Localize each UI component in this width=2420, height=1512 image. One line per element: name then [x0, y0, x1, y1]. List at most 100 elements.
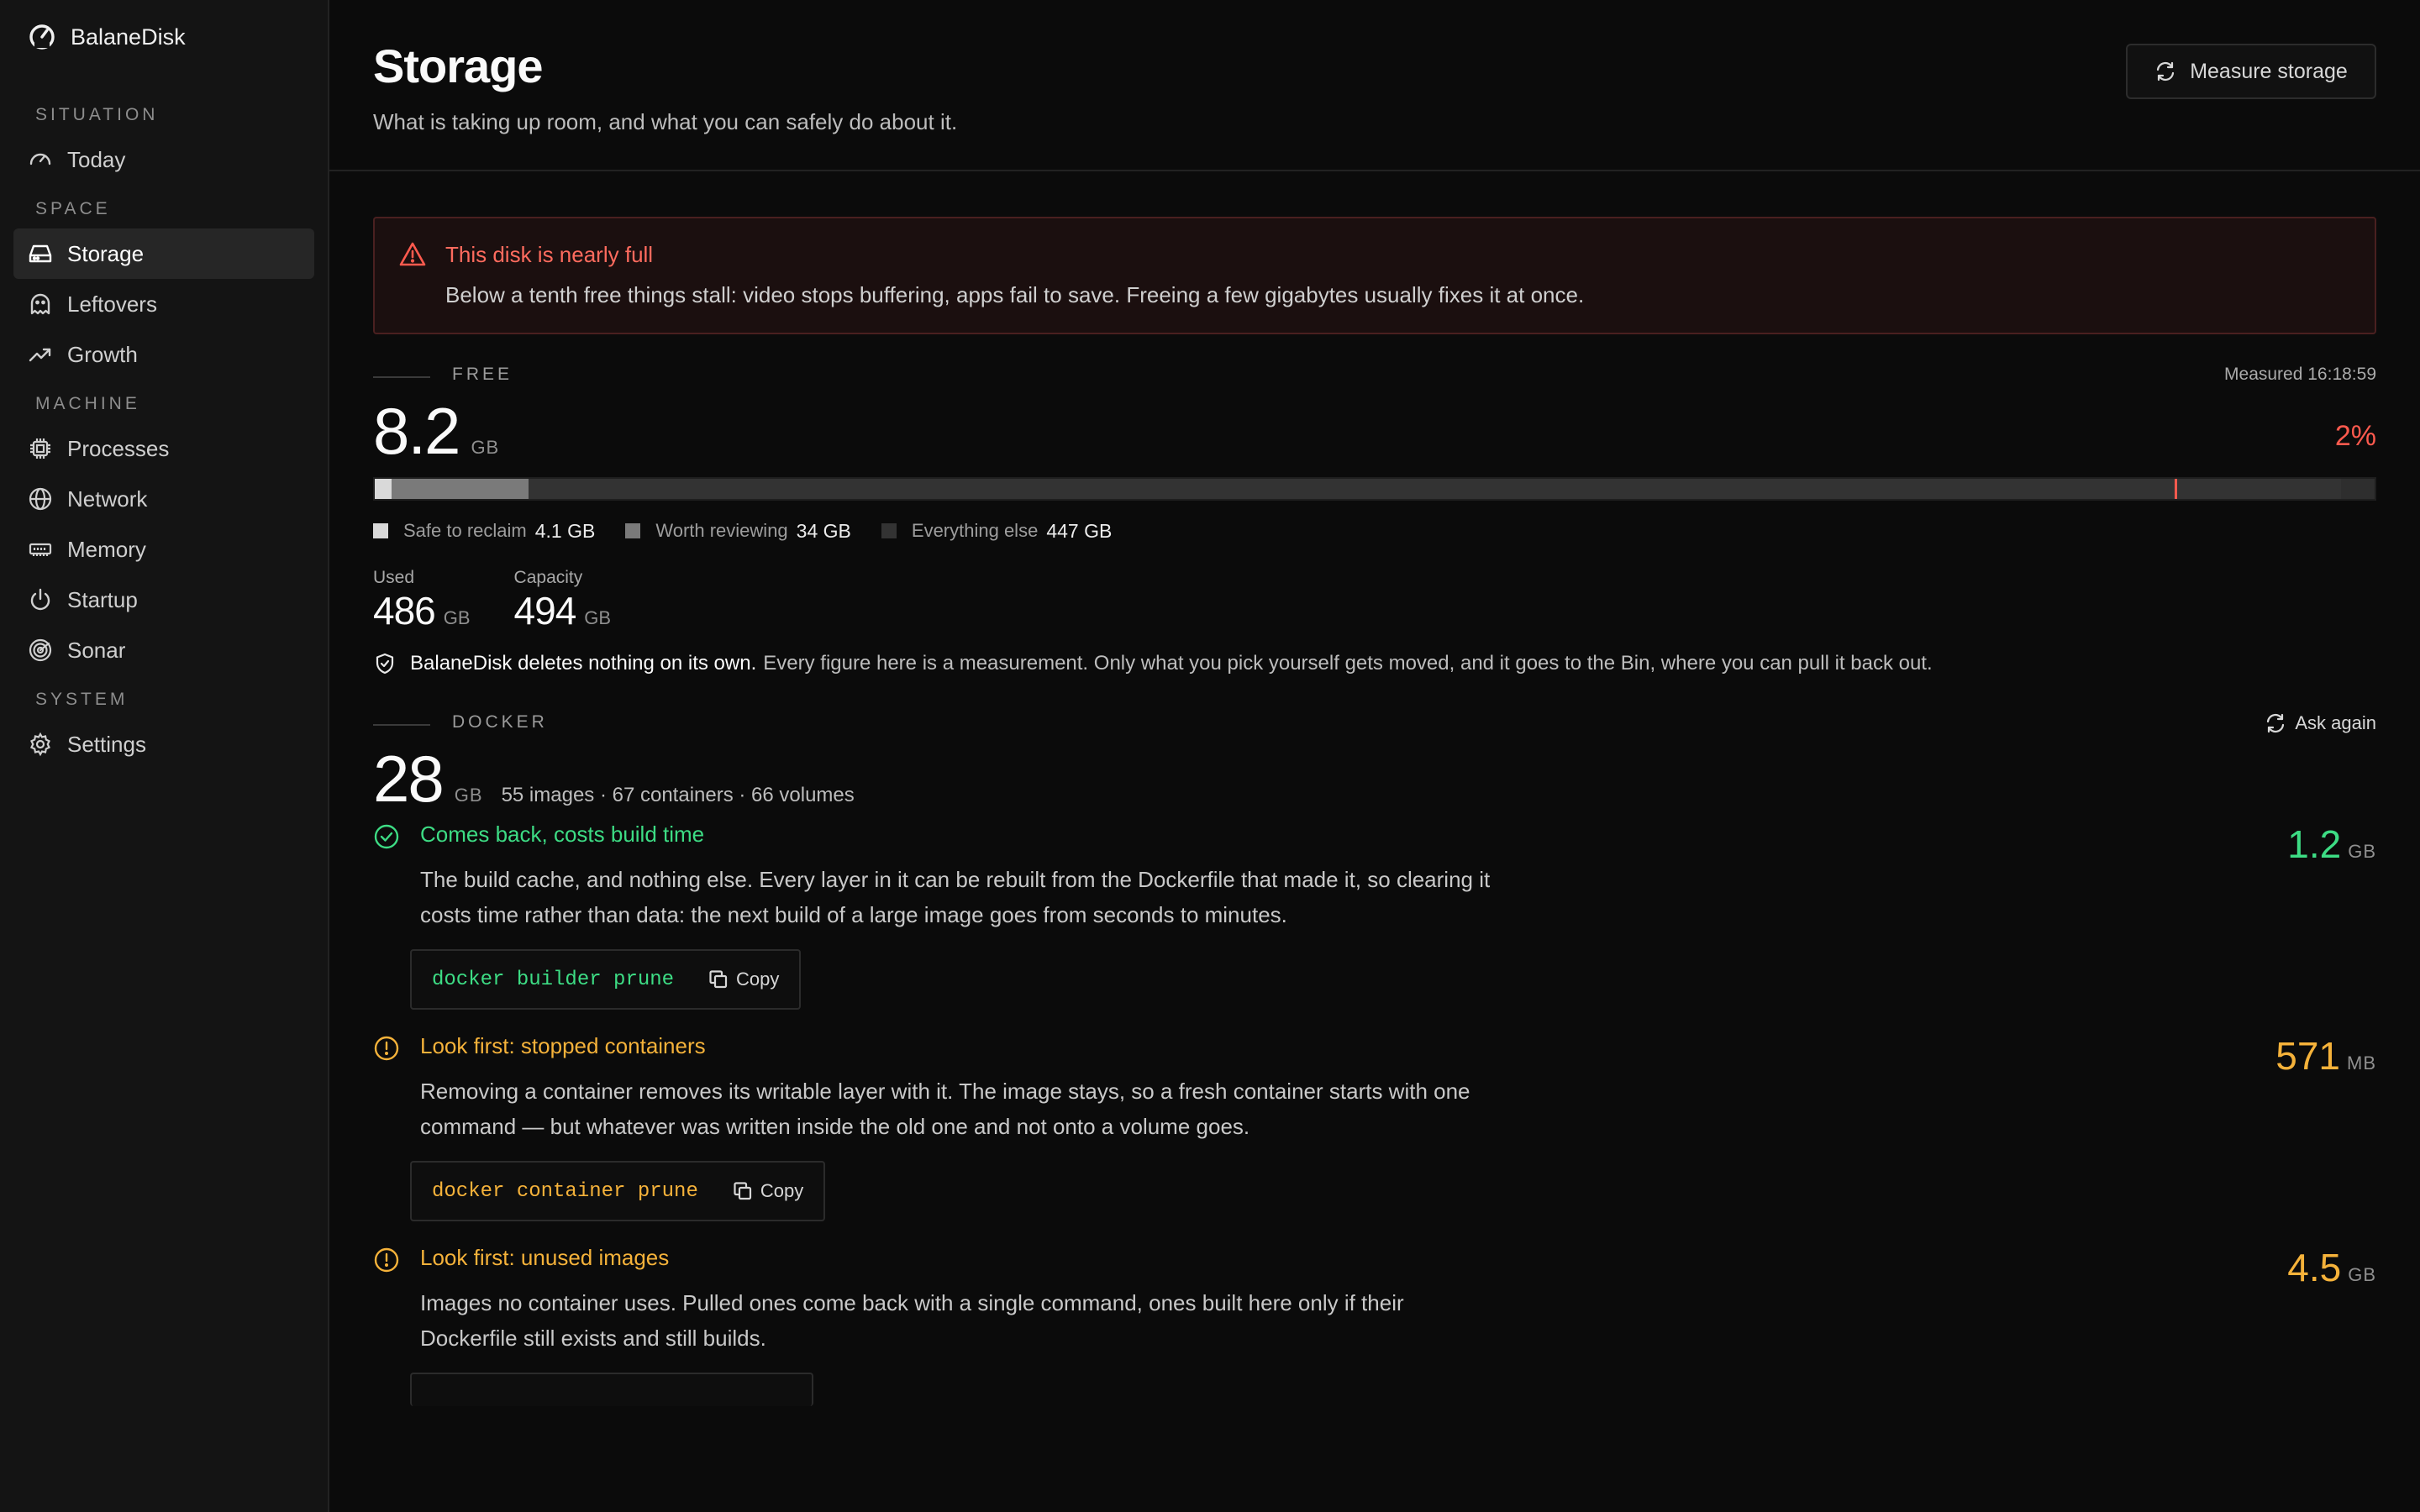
sidebar-item-growth[interactable]: Growth — [13, 329, 314, 380]
storage-content: This disk is nearly full Below a tenth f… — [373, 217, 2376, 1413]
sidebar-item-settings[interactable]: Settings — [13, 719, 314, 769]
bar-threshold-marker — [2175, 479, 2177, 499]
command-text[interactable]: docker container prune — [432, 1180, 698, 1203]
refresh-icon — [2157, 61, 2175, 81]
nav-section-space: SPACE — [35, 199, 111, 218]
free-section-header: FREE Measured 16:18:59 — [373, 360, 2376, 393]
sidebar-item-label: Memory — [67, 536, 146, 562]
sidebar-item-label: Leftovers — [67, 291, 157, 317]
sidebar-item-label: Storage — [67, 240, 145, 266]
nav-section-system: SYSTEM — [35, 690, 129, 709]
legend-item-safe: Safe to reclaim 4.1 GB — [373, 520, 595, 543]
safety-notice: BalaneDisk deletes nothing on its own. E… — [373, 652, 2376, 675]
legend-swatch — [625, 523, 641, 538]
rec-body: Removing a container removes its writabl… — [420, 1079, 1470, 1139]
command-box-partial — [410, 1373, 813, 1406]
sidebar-item-storage[interactable]: Storage — [13, 228, 314, 279]
legend-item-everything-else: Everything else 447 GB — [881, 520, 1112, 543]
sidebar-item-network[interactable]: Network — [13, 474, 314, 524]
ghost-icon — [27, 291, 54, 318]
rec-size-unit: MB — [2347, 1053, 2376, 1074]
sidebar-item-memory[interactable]: Memory — [13, 524, 314, 575]
docker-rec-build-cache: Comes back, costs build time The build c… — [373, 822, 2376, 1033]
legend-label: Everything else — [911, 520, 1039, 541]
rec-body: The build cache, and nothing else. Every… — [420, 867, 1491, 927]
copy-label: Copy — [736, 969, 780, 990]
capacity-value: 494 — [513, 589, 577, 633]
disk-full-alert: This disk is nearly full Below a tenth f… — [373, 217, 2376, 334]
sidebar-item-label: Settings — [67, 731, 146, 757]
disk-stats: Used 486 GB Capacity 494 GB — [373, 568, 2376, 633]
legend-swatch — [881, 523, 897, 538]
copy-icon — [734, 1182, 751, 1200]
command-text[interactable]: docker builder prune — [432, 969, 674, 991]
main-content: Storage What is taking up room, and what… — [329, 0, 2420, 1512]
sidebar-item-label: Processes — [67, 435, 170, 461]
command-box: docker container prune Copy — [410, 1161, 826, 1221]
docker-rec-unused-images: Look first: unused images Images no cont… — [373, 1245, 2376, 1413]
radar-icon — [27, 637, 54, 664]
used-value: 486 — [373, 589, 436, 633]
check-circle-icon — [374, 824, 399, 849]
rec-size: 4.5 GB — [2287, 1245, 2376, 1290]
ask-again-label: Ask again — [2295, 712, 2376, 733]
gear-icon — [27, 731, 54, 758]
command-box: docker builder prune Copy — [410, 949, 802, 1010]
copy-button[interactable]: Copy — [708, 969, 779, 990]
sidebar-item-label: Startup — [67, 586, 138, 612]
sidebar-item-sonar[interactable]: Sonar — [13, 625, 314, 675]
free-summary: 8.2 GB 2% — [373, 393, 2376, 474]
rec-size: 571 MB — [2275, 1033, 2376, 1079]
shield-check-icon — [376, 653, 394, 675]
sidebar-item-leftovers[interactable]: Leftovers — [13, 279, 314, 329]
sidebar-item-today[interactable]: Today — [13, 134, 314, 185]
docker-total-unit: GB — [454, 785, 483, 806]
free-unit: GB — [471, 437, 500, 458]
rec-size-value: 4.5 — [2287, 1246, 2342, 1289]
bar-segment-safe — [375, 479, 392, 499]
free-section-label: FREE — [452, 365, 513, 384]
legend-swatch — [373, 523, 388, 538]
docker-counts: 55 images · 67 containers · 66 volumes — [501, 784, 855, 806]
free-percent: 2% — [2334, 420, 2376, 452]
rec-title: Look first: unused images — [420, 1245, 670, 1270]
legend-label: Safe to reclaim — [403, 520, 527, 541]
app-window: BalaneDisk SITUATION Today SPACE Storage… — [0, 0, 2420, 1512]
usage-bar — [373, 477, 2376, 501]
capacity-unit: GB — [584, 607, 612, 628]
copy-button[interactable]: Copy — [732, 1180, 803, 1202]
used-label: Used — [373, 568, 415, 587]
docker-total-value: 28 — [373, 742, 445, 816]
copy-label: Copy — [760, 1180, 804, 1201]
used-unit: GB — [443, 607, 471, 628]
sidebar-item-label: Network — [67, 486, 148, 512]
capacity-label: Capacity — [513, 568, 583, 587]
legend-value: 4.1 GB — [534, 519, 596, 542]
bar-segment-review — [391, 479, 529, 499]
globe-icon — [27, 486, 54, 512]
sidebar-item-processes[interactable]: Processes — [13, 423, 314, 474]
cpu-icon — [27, 435, 54, 462]
notice-strong: BalaneDisk deletes nothing on its own. — [410, 652, 757, 675]
rec-size-value: 1.2 — [2287, 822, 2342, 866]
legend-value: 447 GB — [1046, 519, 1113, 542]
docker-section-label: DOCKER — [452, 712, 548, 732]
usage-legend: Safe to reclaim 4.1 GB Worth reviewing 3… — [373, 514, 2376, 548]
ask-again-button[interactable]: Ask again — [2265, 712, 2376, 734]
app-logo-icon — [29, 24, 55, 50]
page-title: Storage — [373, 39, 543, 92]
legend-item-review: Worth reviewing 34 GB — [625, 520, 851, 543]
rec-size-unit: GB — [2348, 841, 2376, 862]
sidebar-item-label: Today — [67, 146, 126, 172]
measure-storage-button[interactable]: Measure storage — [2126, 44, 2376, 99]
alert-circle-icon — [374, 1036, 399, 1061]
sidebar: BalaneDisk SITUATION Today SPACE Storage… — [0, 0, 329, 1512]
docker-summary: 28 GB 55 images · 67 containers · 66 volu… — [373, 741, 2376, 816]
rec-title: Comes back, costs build time — [420, 822, 705, 847]
docker-section-header: DOCKER Ask again — [373, 707, 2376, 741]
sidebar-item-startup[interactable]: Startup — [13, 575, 314, 625]
alert-circle-icon — [374, 1247, 399, 1273]
bar-segment-everything-else — [529, 479, 2341, 499]
free-value: 8.2 — [373, 394, 460, 468]
rec-size-value: 571 — [2275, 1034, 2340, 1078]
